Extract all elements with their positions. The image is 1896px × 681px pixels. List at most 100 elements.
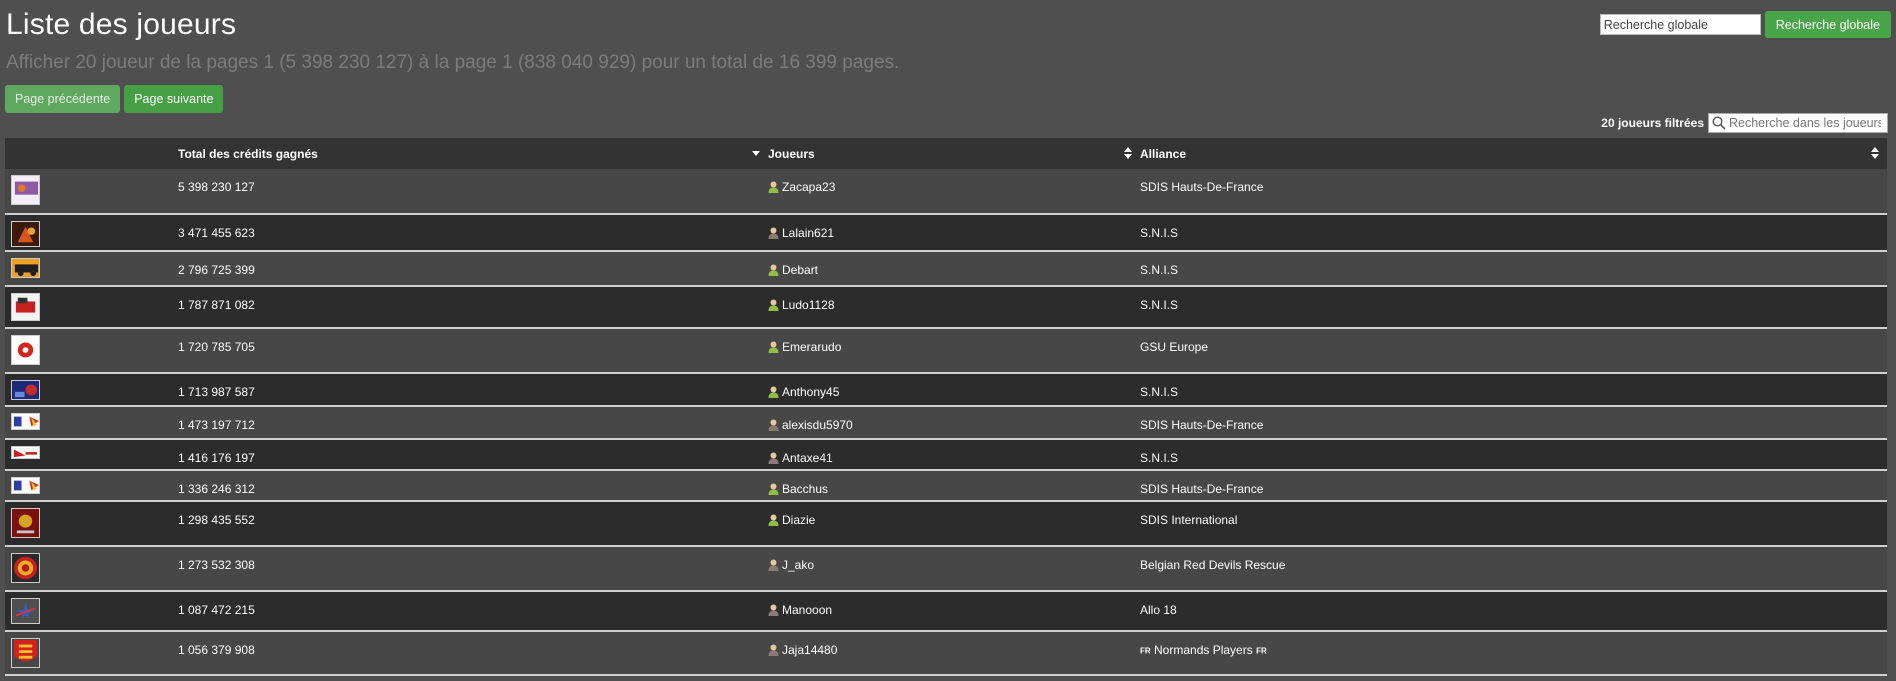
player-name-link[interactable]: Anthony45 [782, 385, 839, 399]
column-header-alliance[interactable]: Alliance [1140, 138, 1887, 169]
fire-logo-icon[interactable] [11, 221, 40, 247]
player-cell: Ludo1128 [768, 286, 1140, 328]
alliance-name-link[interactable]: S.N.I.S [1140, 263, 1178, 277]
player-name-link[interactable]: Emerarudo [782, 340, 841, 354]
emblem-logo-icon[interactable] [11, 335, 40, 365]
player-cell: Debart [768, 251, 1140, 286]
police-logo-icon[interactable] [11, 380, 40, 400]
alliance-name-link[interactable]: SDIS Hauts-De-France [1140, 180, 1263, 194]
credits-cell: 1 087 472 215 [178, 603, 255, 617]
player-cell: Zacapa23 [768, 169, 1140, 214]
credits-cell: 1 473 197 712 [178, 418, 255, 432]
alliance-cell: FR Normands Players FR [1140, 631, 1887, 675]
alliance-name-link[interactable]: GSU Europe [1140, 340, 1208, 354]
alliance-name-link[interactable]: S.N.I.S [1140, 451, 1178, 465]
alliance-logo-cell [5, 169, 178, 214]
normandy-shield-logo-icon[interactable] [11, 638, 40, 668]
column-header-players-label: Joueurs [768, 146, 815, 161]
alliance-logo-cell [5, 631, 178, 675]
alliance-name-link[interactable]: SDIS International [1140, 513, 1237, 527]
player-name-link[interactable]: J_ako [782, 558, 814, 572]
credits-cell: 1 336 246 312 [178, 482, 255, 496]
player-cell: Lalain621 [768, 214, 1140, 251]
column-header-alliance-label: Alliance [1140, 146, 1187, 161]
alliance-cell: S.N.I.S [1140, 439, 1887, 470]
player-name-link[interactable]: Ludo1128 [782, 298, 835, 312]
player-name-link[interactable]: Lalain621 [782, 226, 834, 240]
table-row: 1 298 435 552 Diazie SDIS International [5, 501, 1887, 546]
credits-cell: 1 416 176 197 [178, 451, 255, 465]
alliance-name-link[interactable]: Belgian Red Devils Rescue [1140, 558, 1285, 572]
player-name-link[interactable]: Bacchus [782, 482, 828, 496]
player-name-link[interactable]: Antaxe41 [782, 451, 833, 465]
alliance-name-link[interactable]: S.N.I.S [1140, 226, 1178, 240]
player-status-icon [768, 341, 779, 353]
player-cell: Bacchus [768, 470, 1140, 501]
credits-cell: 1 273 532 308 [178, 558, 255, 572]
players-page: Liste des joueurs Afficher 20 joueur de … [0, 0, 1896, 681]
previous-page-button[interactable]: Page précédente [5, 85, 121, 113]
player-status-icon [768, 386, 779, 398]
truck-logo-icon[interactable] [11, 293, 40, 321]
credits-cell: 3 471 455 623 [178, 226, 255, 240]
alliance-name-link[interactable]: Allo 18 [1140, 603, 1177, 617]
alliance-cell: GSU Europe [1140, 328, 1887, 373]
credits-cell: 1 713 987 587 [178, 385, 255, 399]
player-filter: 20 joueurs filtrées [1601, 113, 1888, 133]
credits-cell: 1 298 435 552 [178, 513, 255, 527]
player-name-link[interactable]: Debart [782, 263, 818, 277]
table-row: 1 787 871 082 Ludo1128 S.N.I.S [5, 286, 1887, 328]
table-row: 1 087 472 215 Manooon Allo 18 [5, 591, 1887, 631]
alliance-cell: S.N.I.S [1140, 214, 1887, 251]
credits-cell: 1 787 871 082 [178, 298, 255, 312]
pagination-controls: Page précédente Page suivante [5, 85, 224, 113]
alliance-logo-cell [5, 214, 178, 251]
page-title: Liste des joueurs [6, 8, 237, 41]
flag-fr-icon: FR [1140, 646, 1151, 656]
player-name-link[interactable]: Jaja14480 [782, 643, 837, 657]
table-row: 1 056 379 908 Jaja14480 FR Normands Player… [5, 631, 1887, 675]
player-status-icon [768, 264, 779, 276]
player-name-link[interactable]: Zacapa23 [782, 180, 835, 194]
player-name-link[interactable]: alexisdu5970 [782, 418, 853, 432]
alliance-logo-cell [5, 546, 178, 591]
table-row: 1 336 246 312 Bacchus SDIS Hauts-De-France [5, 470, 1887, 501]
filter-box[interactable] [1708, 113, 1888, 133]
player-name-link[interactable]: Diazie [782, 513, 815, 527]
player-cell: alexisdu5970 [768, 406, 1140, 439]
international-logo-icon[interactable] [11, 508, 40, 538]
player-name-link[interactable]: Manooon [782, 603, 832, 617]
alliance-name-link[interactable]: Normands Players [1154, 643, 1253, 657]
alliance-name-link[interactable]: S.N.I.S [1140, 298, 1178, 312]
table-row: 1 273 532 308 J_ako Belgian Red Devils Res… [5, 546, 1887, 591]
alliance-logo-cell [5, 373, 178, 406]
france-logo-icon[interactable] [11, 413, 40, 430]
sort-desc-icon [752, 151, 760, 156]
column-header-credits[interactable]: Total des crédits gagnés [178, 138, 768, 169]
alliance-name-link[interactable]: S.N.I.S [1140, 385, 1178, 399]
fire-truck-logo-icon[interactable] [11, 258, 40, 278]
column-header-players[interactable]: Joueurs [768, 138, 1140, 169]
player-status-icon [768, 559, 779, 571]
credits-cell: 2 796 725 399 [178, 263, 255, 277]
banner-logo-icon[interactable] [11, 446, 40, 459]
alliance-logo-icon[interactable] [11, 175, 40, 205]
table-row: 1 713 987 587 Anthony45 S.N.I.S [5, 373, 1887, 406]
player-cell: J_ako [768, 546, 1140, 591]
global-search-button[interactable]: Recherche globale [1764, 11, 1891, 38]
global-search-input[interactable] [1599, 14, 1761, 35]
france-logo-icon[interactable] [11, 477, 40, 494]
player-status-icon [768, 514, 779, 526]
alliance-name-link[interactable]: SDIS Hauts-De-France [1140, 482, 1263, 496]
alliance-cell: SDIS Hauts-De-France [1140, 470, 1887, 501]
alliance-cell: Allo 18 [1140, 591, 1887, 631]
next-page-button[interactable]: Page suivante [124, 85, 224, 113]
filter-search-input[interactable] [1726, 114, 1881, 132]
star-logo-icon[interactable] [11, 598, 40, 624]
devils-logo-icon[interactable] [11, 553, 40, 583]
player-status-icon [768, 419, 779, 431]
alliance-name-link[interactable]: SDIS Hauts-De-France [1140, 418, 1263, 432]
sort-both-icon [1124, 147, 1132, 159]
table-row: 1 416 176 197 Antaxe41 S.N.I.S [5, 439, 1887, 470]
table-row: 1 720 785 705 Emerarudo GSU Europe [5, 328, 1887, 373]
